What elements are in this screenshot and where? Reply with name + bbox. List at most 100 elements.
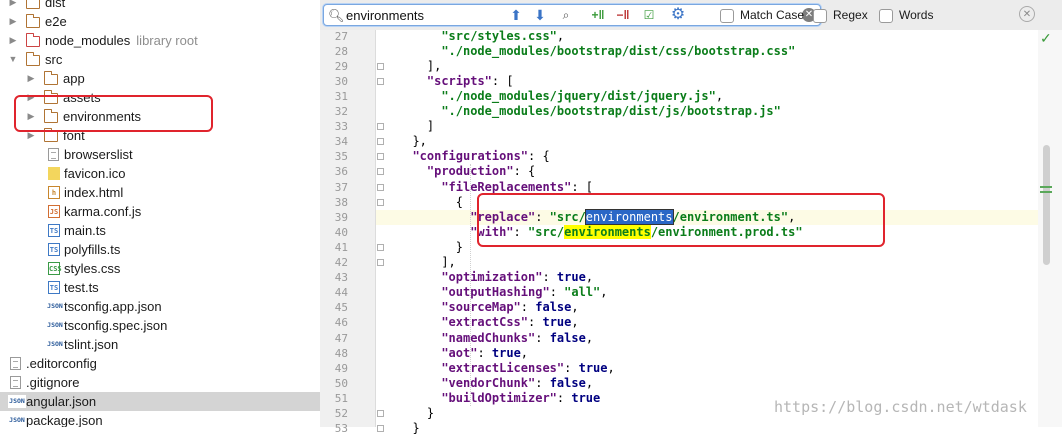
editor-scrollbar[interactable] [1038,30,1062,427]
tree-item-karma-conf-js[interactable]: JS karma.conf.js [0,202,320,221]
fold-marker-icon[interactable] [377,168,384,176]
select-all-occurrences-icon[interactable]: ☑ [638,5,660,25]
tree-item-index-html[interactable]: h index.html [0,183,320,202]
next-occurrence-icon[interactable]: ⬇ [531,5,549,25]
code-line[interactable]: "outputHashing": "all", [376,285,1038,300]
tree-item-main-ts[interactable]: TS main.ts [0,221,320,240]
tree-item-dist[interactable]: ▶ dist [0,0,320,12]
code-line[interactable]: "namedChunks": false, [376,331,1038,346]
code-line[interactable]: "fileReplacements": [ [376,180,1038,195]
expand-right-icon[interactable]: ▶ [8,0,18,12]
code-line[interactable]: "scripts": [ [376,74,1038,89]
code-line[interactable]: "./node_modules/bootstrap/dist/css/boots… [376,44,1038,59]
tree-item-node-modules[interactable]: ▶ node_modules library root [0,31,320,50]
expand-right-icon[interactable]: ▶ [8,31,18,50]
tree-item-tslint-json[interactable]: JSON tslint.json [0,335,320,354]
code-line[interactable]: "extractLicenses": true, [376,361,1038,376]
code-line[interactable]: ], [376,59,1038,74]
tree-item-text: favicon.ico [64,166,126,181]
expand-right-icon[interactable]: ▶ [26,69,36,88]
scrollbar-thumb[interactable] [1043,145,1050,265]
code-line[interactable]: "./node_modules/jquery/dist/jquery.js", [376,89,1038,104]
tree-item-app[interactable]: ▶ app [0,69,320,88]
code-line[interactable]: "extractCss": true, [376,315,1038,330]
code-line[interactable]: "sourceMap": false, [376,300,1038,315]
code-token: "fileReplacements" [441,179,572,194]
close-find-icon[interactable]: ✕ [1019,6,1035,22]
tree-item-styles-css[interactable]: CSS styles.css [0,259,320,278]
tree-item-font[interactable]: ▶ font [0,126,320,145]
expand-right-icon[interactable]: ▶ [26,107,36,126]
tree-item-label: tsconfig.spec.json [64,316,167,335]
code-token: , [520,345,529,360]
match-case-checkbox[interactable] [720,8,734,23]
code-line[interactable]: } [376,421,1038,436]
tree-item-angular-json[interactable]: JSON angular.json [0,392,320,411]
code-line[interactable]: "vendorChunk": false, [376,376,1038,391]
code-line[interactable]: "replace": "src/environments/environment… [376,208,1038,225]
code-token: "aot" [441,345,478,360]
expand-right-icon[interactable]: ▶ [8,12,18,31]
fold-marker-icon[interactable] [377,153,384,161]
expand-right-icon[interactable]: ▶ [26,88,36,107]
tree-item-text: e2e [45,14,67,29]
match-case-option[interactable]: Match Case [720,7,804,23]
css-file-icon: CSS [48,262,62,275]
line-number: 27 [334,29,348,43]
words-option[interactable]: Words [879,7,933,23]
fold-marker-icon[interactable] [377,410,384,417]
code-line[interactable]: "./node_modules/bootstrap/dist/js/bootst… [376,104,1038,119]
remove-occurrence-icon[interactable]: −‖ [612,5,634,25]
tree-item-gitignore[interactable]: .gitignore [0,373,320,392]
code-line[interactable]: }, [376,134,1038,149]
tree-item-browserslist[interactable]: browserslist [0,145,320,164]
tree-item-src[interactable]: ▼ src [0,50,320,69]
tree-item-polyfills-ts[interactable]: TS polyfills.ts [0,240,320,259]
code-line[interactable]: "with": "src/environments/environment.pr… [376,224,1038,240]
fold-marker-icon[interactable] [377,183,384,191]
code-line[interactable]: "production": { [376,164,1038,179]
regex-checkbox[interactable] [813,8,827,23]
tree-item-environments[interactable]: ▶ environments [0,107,320,126]
tree-item-favicon-ico[interactable]: favicon.ico [0,164,320,183]
fold-marker-icon[interactable] [377,62,384,70]
tree-item-editorconfig[interactable]: .editorconfig [0,354,320,373]
code-line[interactable]: ] [376,119,1038,134]
expand-right-icon[interactable]: ▶ [26,126,36,145]
project-tree[interactable]: ▶ dist ▶ e2e ▶ node_modules library root ▼ src ▶ a… [0,0,321,427]
fold-marker-icon[interactable] [377,77,384,85]
fold-marker-icon[interactable] [377,425,384,433]
regex-option[interactable]: Regex [813,7,868,23]
add-occurrence-icon[interactable]: +‖ [587,5,609,25]
tree-item-package-json[interactable]: JSON package.json [0,411,320,427]
fold-marker-icon[interactable] [377,138,384,146]
settings-gear-icon[interactable]: ⚙ [667,5,689,25]
match-marker[interactable] [1040,191,1052,193]
fold-marker-icon[interactable] [377,123,384,131]
code-line[interactable]: "src/styles.css", [376,29,1038,44]
tree-item-e2e[interactable]: ▶ e2e [0,12,320,31]
code-line[interactable]: } [376,240,1038,255]
code-line[interactable]: ], [376,255,1038,270]
tree-item-tsconfig-spec-json[interactable]: JSON tsconfig.spec.json [0,316,320,335]
fold-marker-icon[interactable] [377,259,384,266]
tree-item-tsconfig-app-json[interactable]: JSON tsconfig.app.json [0,297,320,316]
code-token: : [549,285,565,300]
code-line[interactable]: "configurations": { [376,149,1038,164]
code-line[interactable]: "aot": true, [376,346,1038,361]
code-token: { [455,194,463,209]
match-marker[interactable] [1040,186,1052,188]
code-line[interactable]: { [376,195,1038,210]
code-line[interactable]: "optimization": true, [376,270,1038,285]
fold-marker-icon[interactable] [377,243,384,251]
fold-marker-icon[interactable] [377,198,384,206]
tree-item-label: font [63,126,85,145]
words-checkbox[interactable] [879,8,893,23]
expand-down-icon[interactable]: ▼ [8,50,18,69]
tree-item-test-ts[interactable]: TS test.ts [0,278,320,297]
code-token: "extractLicenses" [441,360,565,375]
find-all-icon[interactable]: ⌕ [556,5,576,25]
tree-item-assets[interactable]: ▶ assets [0,88,320,107]
search-icon[interactable]: 🔍︎ [328,8,345,24]
previous-occurrence-icon[interactable]: ⬆ [507,5,525,25]
